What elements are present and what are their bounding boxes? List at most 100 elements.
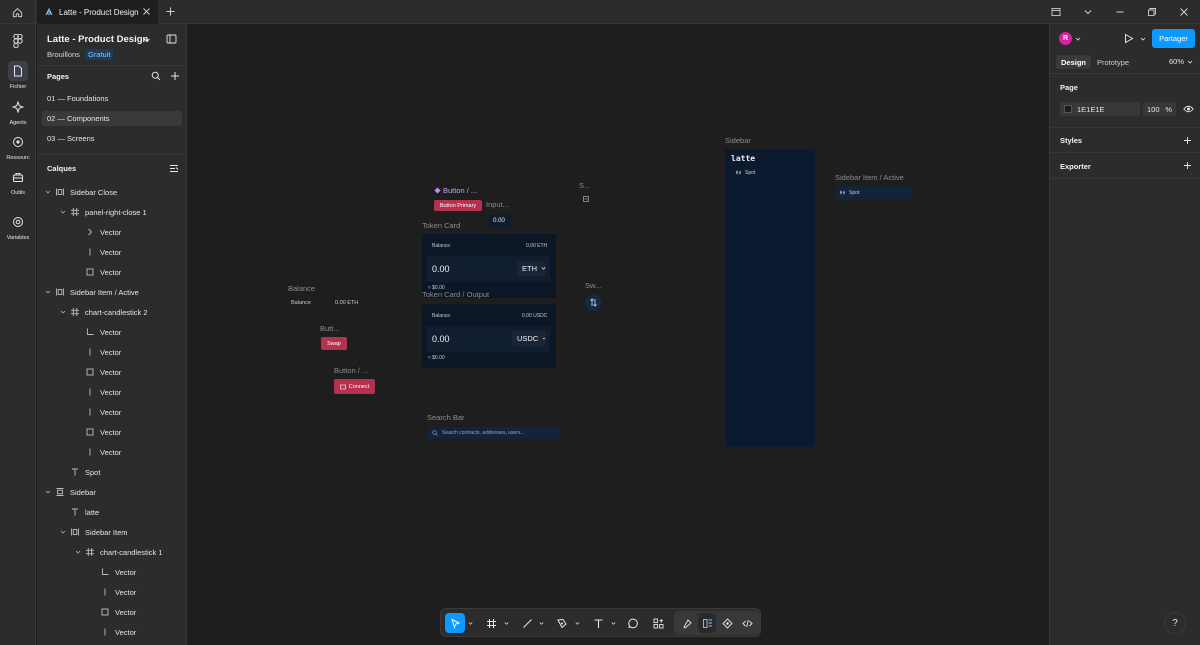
- swap-button-frame-label[interactable]: Butt...: [320, 324, 340, 333]
- layer-row[interactable]: Sidebar Item: [37, 522, 186, 542]
- search-bar-frame-label[interactable]: Search Bar: [427, 413, 465, 422]
- layer-row[interactable]: Vector: [37, 402, 186, 422]
- add-export-icon[interactable]: [1183, 161, 1192, 170]
- new-tab-icon[interactable]: [165, 6, 176, 17]
- token-card-output[interactable]: Balance 0.00 USDC 0.00 USDC ≈ $0.00: [422, 304, 556, 368]
- token-output-frame-label[interactable]: Token Card / Output: [422, 290, 489, 299]
- layer-row[interactable]: Vector: [37, 582, 186, 602]
- input-frame-label[interactable]: Input...: [486, 200, 509, 209]
- actions-tool[interactable]: [648, 613, 668, 633]
- layer-row[interactable]: Vector: [37, 362, 186, 382]
- sidebar-layout-button[interactable]: [1040, 0, 1072, 24]
- collapse-layers-icon[interactable]: [169, 164, 179, 173]
- layer-row[interactable]: Sidebar Item / Active: [37, 282, 186, 302]
- tab-prototype[interactable]: Prototype: [1092, 55, 1134, 69]
- zoom-control[interactable]: 60%: [1169, 57, 1193, 66]
- avatar[interactable]: R: [1059, 32, 1072, 45]
- rail-agents[interactable]: Agents: [0, 97, 36, 126]
- rail-file[interactable]: Fichier: [0, 61, 36, 90]
- home-button[interactable]: [0, 0, 36, 24]
- page-item[interactable]: 01 — Foundations: [42, 91, 182, 106]
- layer-row[interactable]: Vector: [37, 442, 186, 462]
- comment-tool[interactable]: [623, 613, 643, 633]
- eye-icon[interactable]: [1183, 104, 1194, 114]
- close-window-button[interactable]: [1168, 0, 1200, 24]
- settings-small-icon[interactable]: [583, 196, 589, 202]
- chevron-down-icon[interactable]: [575, 621, 580, 626]
- canvas[interactable]: Balance Balance 0.00 ETH Butt... Swap Bu…: [187, 24, 1049, 645]
- swap-direction-button[interactable]: [585, 294, 602, 311]
- s-frame-label[interactable]: S...: [579, 181, 590, 190]
- add-page-icon[interactable]: [170, 71, 180, 81]
- file-title[interactable]: Latte - Product Design: [47, 34, 148, 45]
- balance-frame-label[interactable]: Balance: [288, 284, 315, 293]
- rail-variables[interactable]: Variables: [0, 212, 36, 241]
- play-icon[interactable]: [1123, 33, 1134, 44]
- file-menu-chevron-icon[interactable]: [143, 36, 151, 44]
- sidebar-component[interactable]: latte Spot: [725, 149, 815, 447]
- tabs-menu-button[interactable]: [1072, 0, 1104, 24]
- dev-mode-button[interactable]: [738, 613, 756, 633]
- share-button[interactable]: Partager: [1152, 29, 1195, 48]
- chevron-down-icon[interactable]: [539, 621, 544, 626]
- layer-row[interactable]: Spot: [37, 462, 186, 482]
- add-style-icon[interactable]: [1183, 136, 1192, 145]
- layer-row[interactable]: Vector: [37, 262, 186, 282]
- token-card-frame-label[interactable]: Token Card: [422, 221, 460, 230]
- layer-row[interactable]: Vector: [37, 622, 186, 642]
- prototype-mode-button[interactable]: [718, 613, 736, 633]
- expand-chevron-icon[interactable]: [58, 529, 68, 535]
- connect-button[interactable]: Connect: [334, 379, 375, 394]
- move-tool[interactable]: [445, 613, 465, 633]
- layer-row[interactable]: chart-candlestick 1: [37, 542, 186, 562]
- pen-tool[interactable]: [552, 613, 572, 633]
- search-bar[interactable]: Search contracts, addresses, users...: [427, 427, 561, 439]
- sidebar-item-active[interactable]: Spot: [836, 186, 911, 200]
- chevron-down-icon[interactable]: [1075, 36, 1081, 42]
- drafts-link[interactable]: Brouillons: [47, 50, 80, 59]
- expand-chevron-icon[interactable]: [58, 209, 68, 215]
- expand-chevron-icon[interactable]: [43, 289, 53, 295]
- page-color-field[interactable]: 1E1E1E: [1060, 102, 1140, 116]
- layer-row[interactable]: Vector: [37, 602, 186, 622]
- layer-row[interactable]: latte: [37, 502, 186, 522]
- design-mode-button[interactable]: [698, 613, 716, 633]
- chevron-down-icon[interactable]: [468, 621, 473, 626]
- layer-row[interactable]: Vector: [37, 242, 186, 262]
- minimize-button[interactable]: [1104, 0, 1136, 24]
- rail-tools[interactable]: Outils: [0, 167, 36, 196]
- chevron-down-icon[interactable]: [1140, 36, 1146, 42]
- close-tab-icon[interactable]: [142, 7, 151, 16]
- sidebar-item-spot[interactable]: Spot: [745, 170, 755, 176]
- expand-chevron-icon[interactable]: [43, 489, 53, 495]
- chevron-down-icon[interactable]: [504, 621, 509, 626]
- rail-resources[interactable]: Ressourc: [0, 132, 36, 161]
- swap-icon-frame-label[interactable]: Sw...: [585, 281, 601, 290]
- toggle-panel-icon[interactable]: [166, 34, 177, 44]
- token-card-amount[interactable]: 0.00: [432, 264, 450, 274]
- token-output-amount[interactable]: 0.00: [432, 334, 450, 344]
- layer-row[interactable]: chart-candlestick 2: [37, 302, 186, 322]
- layer-row[interactable]: Vector: [37, 382, 186, 402]
- layer-row[interactable]: Sidebar Close: [37, 182, 186, 202]
- rail-logo[interactable]: [0, 31, 36, 51]
- button-primary[interactable]: Button Primary: [434, 200, 482, 211]
- layer-row[interactable]: Vector: [37, 422, 186, 442]
- connect-button-frame-label[interactable]: Button / ...: [334, 366, 368, 375]
- sidebar-item-active-frame-label[interactable]: Sidebar Item / Active: [835, 173, 904, 182]
- token-select-usdc[interactable]: USDC: [512, 331, 546, 346]
- page-item[interactable]: 03 — Screens: [42, 131, 182, 146]
- text-tool[interactable]: [588, 613, 608, 633]
- file-tab[interactable]: Latte - Product Design: [37, 0, 158, 24]
- layer-row[interactable]: panel-right-close 1: [37, 202, 186, 222]
- layer-row[interactable]: Vector: [37, 342, 186, 362]
- page-item[interactable]: 02 — Components: [42, 111, 182, 126]
- layer-row[interactable]: Vector: [37, 562, 186, 582]
- tab-design[interactable]: Design: [1056, 55, 1092, 69]
- layer-row[interactable]: Sidebar: [37, 482, 186, 502]
- token-select-eth[interactable]: ETH: [517, 261, 546, 276]
- expand-chevron-icon[interactable]: [58, 309, 68, 315]
- sidebar-frame-label[interactable]: Sidebar: [725, 136, 751, 145]
- restore-button[interactable]: [1136, 0, 1168, 24]
- help-button[interactable]: ?: [1164, 612, 1186, 634]
